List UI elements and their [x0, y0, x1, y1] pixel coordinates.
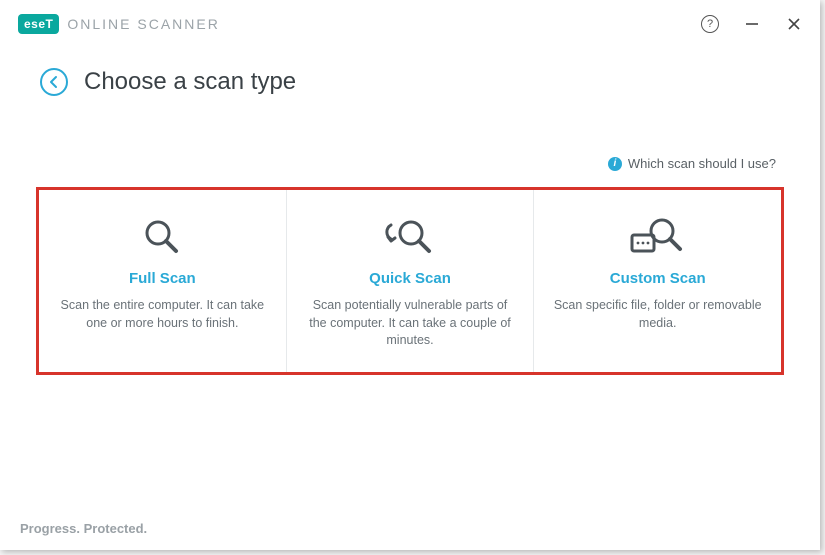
titlebar: eseT ONLINE SCANNER ?	[0, 0, 820, 48]
minimize-icon	[745, 17, 759, 31]
info-icon: i	[608, 157, 622, 171]
full-scan-desc: Scan the entire computer. It can take on…	[55, 297, 270, 332]
app-window: eseT ONLINE SCANNER ? Choose a scan type…	[0, 0, 820, 550]
hint-link[interactable]: Which scan should I use?	[628, 156, 776, 171]
quick-scan-title: Quick Scan	[369, 270, 451, 287]
hint-row: i Which scan should I use?	[0, 96, 820, 181]
window-controls: ?	[700, 14, 804, 34]
custom-scan-desc: Scan specific file, folder or removable …	[550, 297, 765, 332]
close-button[interactable]	[784, 14, 804, 34]
back-button[interactable]	[40, 68, 68, 96]
magnifier-icon	[140, 208, 184, 266]
scan-type-cards: Full Scan Scan the entire computer. It c…	[36, 187, 784, 375]
page-header: Choose a scan type	[0, 48, 820, 96]
help-icon: ?	[701, 15, 719, 33]
footer-tagline: Progress. Protected.	[20, 521, 147, 536]
magnifier-quick-icon	[385, 208, 435, 266]
page-title: Choose a scan type	[84, 68, 296, 96]
full-scan-card[interactable]: Full Scan Scan the entire computer. It c…	[39, 190, 287, 372]
magnifier-custom-icon	[630, 208, 686, 266]
close-icon	[787, 17, 801, 31]
help-button[interactable]: ?	[700, 14, 720, 34]
quick-scan-desc: Scan potentially vulnerable parts of the…	[303, 297, 518, 350]
quick-scan-card[interactable]: Quick Scan Scan potentially vulnerable p…	[287, 190, 535, 372]
custom-scan-title: Custom Scan	[610, 270, 706, 287]
custom-scan-card[interactable]: Custom Scan Scan specific file, folder o…	[534, 190, 781, 372]
arrow-left-icon	[47, 75, 61, 89]
app-name-text: ONLINE SCANNER	[67, 16, 219, 32]
full-scan-title: Full Scan	[129, 270, 196, 287]
eset-logo-badge: eseT	[18, 14, 59, 34]
minimize-button[interactable]	[742, 14, 762, 34]
